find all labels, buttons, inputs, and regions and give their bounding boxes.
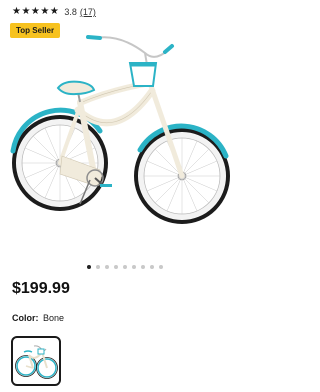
pedal (100, 184, 112, 187)
carousel-dot[interactable] (141, 265, 145, 269)
carousel-dot[interactable] (159, 265, 163, 269)
carousel-dot[interactable] (132, 265, 136, 269)
carousel-dot[interactable] (87, 265, 91, 269)
rating-value: 3.8 (64, 7, 77, 17)
star-rating-icon: ★★★★★ (12, 6, 60, 17)
handlebar (95, 36, 169, 58)
color-label: Color: (12, 313, 39, 323)
carousel-dot[interactable] (123, 265, 127, 269)
chain-guard (59, 155, 102, 187)
color-swatch-thumbnail[interactable] (11, 336, 61, 386)
image-carousel-dots (0, 265, 250, 269)
carousel-dot[interactable] (114, 265, 118, 269)
color-value: Bone (43, 313, 65, 323)
carousel-dot[interactable] (96, 265, 100, 269)
rating-summary: ★★★★★ 3.8 (17) (12, 5, 96, 19)
review-count-link[interactable]: (17) (80, 7, 96, 17)
carousel-dot[interactable] (150, 265, 154, 269)
bicycle-icon (15, 345, 58, 379)
product-image[interactable] (0, 28, 250, 263)
color-selection: Color: Bone (12, 313, 64, 323)
product-price: $199.99 (12, 280, 70, 297)
bike-seat (56, 80, 96, 96)
carousel-dot[interactable] (105, 265, 109, 269)
